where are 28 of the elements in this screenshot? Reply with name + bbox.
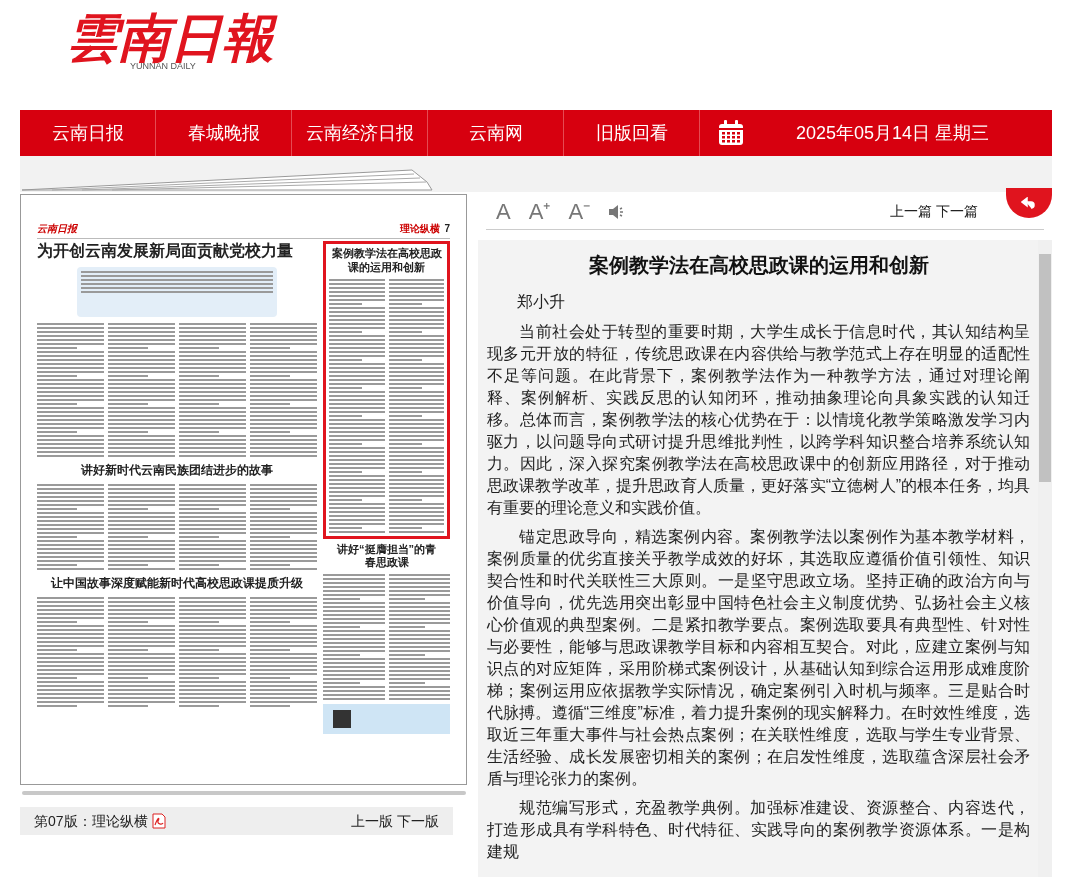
article-title: 案例教学法在高校思政课的运用和创新 <box>587 253 930 278</box>
previous-page-link[interactable]: 上一版 <box>351 810 393 832</box>
page-label: 第07版：理论纵横 <box>34 811 148 831</box>
pdf-icon[interactable] <box>151 813 166 829</box>
next-page-link[interactable]: 下一版 <box>397 810 439 832</box>
newspaper-headline: 让中国故事深度赋能新时代高校思政课提质升级 <box>49 576 304 591</box>
article-paragraph: 规范编写形式，充盈教学典例。加强标准建设、资源整合、内容迭代，打造形成具有学科特色、时代特征、实践导向的案例教学资源体系。一是构建规 <box>487 798 1030 862</box>
next-article-link[interactable]: 下一篇 <box>936 201 978 222</box>
newspaper-page[interactable]: 云南日报 理论纵横 7 为开创云南发展新局面贡献党校力量 讲好新时代云南民族团结进步的故事 让中国故事深度赋能新时代高校思政课提质升级 案例教学法在高校思政课的运用和创新 讲好“挺膺担当”的青春思政课 <box>20 194 467 785</box>
newspaper-headline: 为开创云南发展新局面贡献党校力量 <box>37 241 294 261</box>
font-size-button[interactable]: A⁻ <box>568 200 591 223</box>
article-paragraph: 锚定思政导向，精选案例内容。案例教学法以案例作为基本教学材料，案例质量的优劣直接关乎教学成效的好坏，其选取应遵循价值引领性、知识契合性和时代关联性三大原则。一是坚守思政立场。坚持正确的政治方向与价值导向，优先选用突出彰显中国特色社会主义制度优势、弘扬社会主义核心价值观的典型案例。二是紧扣教学要点。案例选取要具有典型性、针对性与必要性，能够与思政课教学目标和内容相互契合。对此，应建立案例与知识点的对应矩阵，采用阶梯式案例设计，从基础认知到综合运用形成难度阶梯；案例运用应依据教学实际情况，确定案例引入时机与频率。三是贴合时代脉搏。遵循“三维度”标准，着力提升案例的现实解释力。在时效性维度，选取近三年重大事件与社会热点案例；在关联性维度，选取与学生专业背景、生活经验、成长发展密切相关的案例；在启发性维度，选取蕴含深层社会矛盾与理论张力的案例。 <box>487 527 1030 789</box>
back-button[interactable] <box>1006 188 1052 218</box>
newspaper-headline: 讲好“挺膺担当”的青春思政课 <box>336 542 437 570</box>
font-size-button[interactable]: A⁺ <box>528 200 551 223</box>
newspaper-masthead: 云南日报 <box>37 222 77 236</box>
font-size-button[interactable]: A <box>496 200 511 223</box>
section-name: 理论纵横 <box>400 222 441 236</box>
page-number: 7 <box>444 222 450 236</box>
newspaper-headline: 案例教学法在高校思政课的运用和创新 <box>330 247 443 275</box>
article-paragraph: 当前社会处于转型的重要时期，大学生成长于信息时代，其认知结构呈现多元开放的特征，传统思政课在内容供给与教学范式上存在明显的适配性不足等问题。在此背景下，案例教学法作为一种教学方法，通过对理论阐释、案例解析、实践反思的认知闭环，推动抽象理论向具象实践的认知迁移。总体而言，案例教学法的核心优势在于：以情境化教学策略激发学习内驱力，以问题导向式研讨提升思维批判性，以跨学科知识整合培养系统认知力。因此，深入探究案例教学法在高校思政课中的创新应用路径，对于推动思政课教学改革，提升思政育人质量，更好落实“立德树人”的根本任务，均具有重要的理论意义和实践价值。 <box>487 322 1030 518</box>
date-label: 2025年05月14日 星期三 <box>796 121 990 145</box>
return-arrow-icon <box>1021 197 1037 209</box>
article-author: 郑小升 <box>516 292 566 312</box>
calendar-icon[interactable] <box>717 119 745 147</box>
selected-article-frame[interactable]: 案例教学法在高校思政课的运用和创新 <box>323 241 450 539</box>
newspaper-headline: 讲好新时代云南民族团结进步的故事 <box>80 463 274 478</box>
previous-article-link[interactable]: 上一篇 <box>890 201 932 222</box>
